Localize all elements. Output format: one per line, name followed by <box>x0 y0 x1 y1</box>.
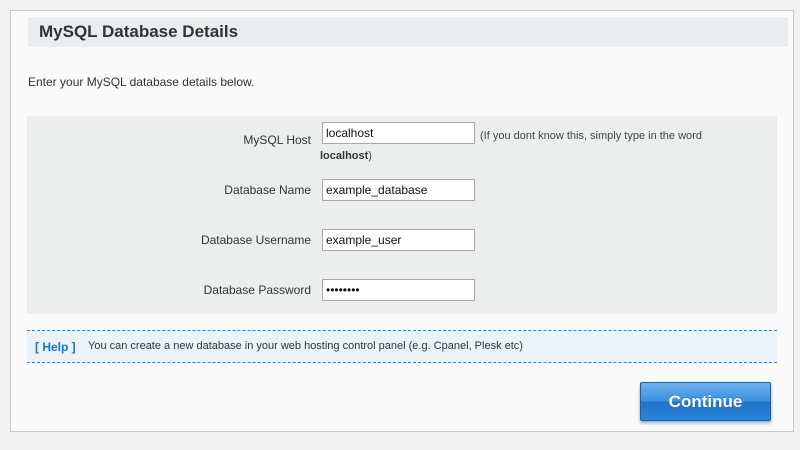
database-password-input[interactable] <box>322 279 475 301</box>
continue-button[interactable]: Continue <box>640 382 771 421</box>
database-password-label: Database Password <box>203 283 311 297</box>
intro-text: Enter your MySQL database details below. <box>28 75 255 89</box>
hint-text: (If you dont know this, simply type in t… <box>480 130 702 142</box>
database-name-input[interactable] <box>322 179 475 201</box>
page-title: MySQL Database Details <box>39 22 239 41</box>
help-bar: [ Help ] You can create a new database i… <box>27 330 777 363</box>
help-text: You can create a new database in your we… <box>88 340 523 352</box>
panel-header: MySQL Database Details <box>28 17 788 47</box>
hint-suffix: ) <box>368 150 372 162</box>
database-name-label: Database Name <box>224 183 311 197</box>
mysql-host-label: MySQL Host <box>243 133 311 147</box>
database-username-input[interactable] <box>322 229 475 251</box>
help-tag: [ Help ] <box>35 340 76 354</box>
mysql-host-input[interactable] <box>322 122 475 144</box>
database-username-label: Database Username <box>200 233 311 247</box>
hint-bold-text: localhost <box>320 150 369 162</box>
